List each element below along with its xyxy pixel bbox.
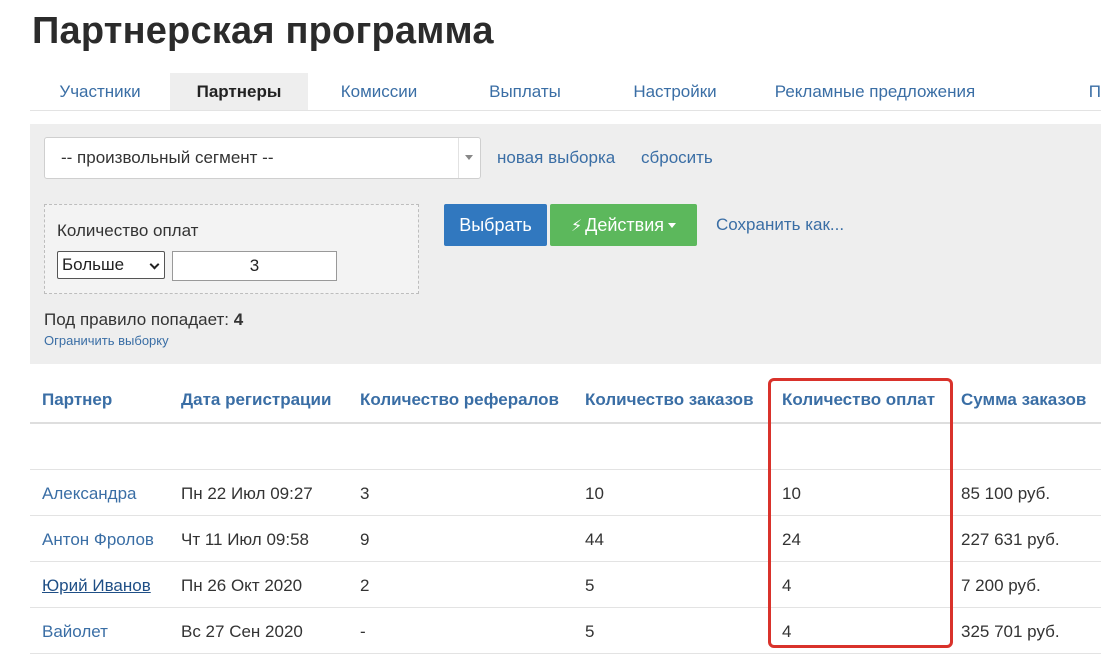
referrals-cell: 3 [360, 484, 370, 503]
table-row: Александра Пн 22 Июл 09:27 3 10 10 85 10… [30, 470, 1101, 516]
rule-field-label: Количество оплат [57, 221, 199, 240]
match-prefix: Под правило попадает: [44, 310, 229, 329]
tab-participants[interactable]: Участники [30, 73, 170, 110]
column-header-registration-date[interactable]: Дата регистрации [181, 390, 331, 410]
registration-date-cell: Вс 27 Сен 2020 [181, 622, 303, 641]
column-header-referrals[interactable]: Количество рефералов [360, 390, 559, 410]
order-sum-cell: 227 631 руб. [961, 530, 1060, 549]
page-title: Партнерская программа [32, 10, 494, 52]
orders-cell: 44 [585, 530, 604, 549]
tab-commissions[interactable]: Комиссии [308, 73, 450, 110]
registration-date-cell: Пн 26 Окт 2020 [181, 576, 303, 595]
rule-box: Количество оплат Больше 3 [44, 204, 419, 294]
payments-cell: 10 [782, 484, 801, 503]
referrals-cell: 9 [360, 530, 370, 549]
reset-link[interactable]: сбросить [641, 148, 713, 168]
referrals-cell: - [360, 622, 366, 641]
column-header-orders[interactable]: Количество заказов [585, 390, 754, 410]
new-selection-link[interactable]: новая выборка [497, 148, 615, 168]
table-header: Партнер Дата регистрации Количество рефе… [30, 376, 1101, 424]
save-as-link[interactable]: Сохранить как... [716, 215, 844, 235]
column-header-order-sum[interactable]: Сумма заказов [961, 390, 1086, 410]
caret-down-icon [668, 223, 677, 228]
chevron-down-icon [465, 155, 473, 160]
order-sum-cell: 7 200 руб. [961, 576, 1041, 595]
partner-link[interactable]: Юрий Иванов [42, 576, 151, 596]
lightning-icon: ⚡ [570, 218, 583, 235]
actions-button[interactable]: ⚡ Действия [550, 204, 697, 246]
payments-cell: 4 [782, 622, 792, 641]
limit-selection-link[interactable]: Ограничить выборку [44, 333, 169, 348]
segment-select[interactable]: -- произвольный сегмент -- [44, 137, 481, 179]
chevron-down-icon [149, 259, 160, 270]
rule-operator-select[interactable]: Больше [57, 251, 165, 279]
filter-panel: -- произвольный сегмент -- новая выборка… [30, 124, 1101, 364]
rule-value-input[interactable]: 3 [172, 251, 337, 281]
filter-row [30, 424, 1101, 470]
order-sum-cell: 85 100 руб. [961, 484, 1051, 503]
payments-cell: 24 [782, 530, 801, 549]
select-arrow[interactable] [458, 138, 480, 178]
orders-cell: 10 [585, 484, 604, 503]
partner-link[interactable]: Александра [42, 484, 137, 504]
segment-select-value: -- произвольный сегмент -- [61, 148, 274, 167]
orders-cell: 5 [585, 622, 595, 641]
actions-button-label: Действия [585, 215, 665, 235]
tab-settings[interactable]: Настройки [600, 73, 750, 110]
table-row: Вайолет Вс 27 Сен 2020 - 5 4 325 701 руб… [30, 608, 1101, 654]
match-count: 4 [233, 310, 244, 329]
table-row: Антон Фролов Чт 11 Июл 09:58 9 44 24 227… [30, 516, 1101, 562]
order-sum-cell: 325 701 руб. [961, 622, 1060, 641]
payments-cell: 4 [782, 576, 792, 595]
match-info: Под правило попадает: 4 [44, 310, 243, 330]
partner-link[interactable]: Вайолет [42, 622, 108, 642]
partner-link[interactable]: Антон Фролов [42, 530, 154, 550]
referrals-cell: 2 [360, 576, 370, 595]
column-header-payments[interactable]: Количество оплат [782, 390, 935, 410]
tab-ad-offers[interactable]: Рекламные предложения [750, 73, 1000, 110]
tab-more[interactable]: П [1000, 73, 1101, 110]
registration-date-cell: Чт 11 Июл 09:58 [181, 530, 309, 549]
tab-partners[interactable]: Партнеры [170, 73, 308, 110]
select-button[interactable]: Выбрать [444, 204, 547, 246]
partners-table-body: Александра Пн 22 Июл 09:27 3 10 10 85 10… [30, 470, 1101, 654]
column-header-partner[interactable]: Партнер [42, 390, 112, 410]
orders-cell: 5 [585, 576, 595, 595]
tab-bar: Участники Партнеры Комиссии Выплаты Наст… [30, 73, 1101, 111]
rule-operator-value: Больше [62, 255, 125, 274]
registration-date-cell: Пн 22 Июл 09:27 [181, 484, 313, 503]
table-row: Юрий Иванов Пн 26 Окт 2020 2 5 4 7 200 р… [30, 562, 1101, 608]
tab-payouts[interactable]: Выплаты [450, 73, 600, 110]
